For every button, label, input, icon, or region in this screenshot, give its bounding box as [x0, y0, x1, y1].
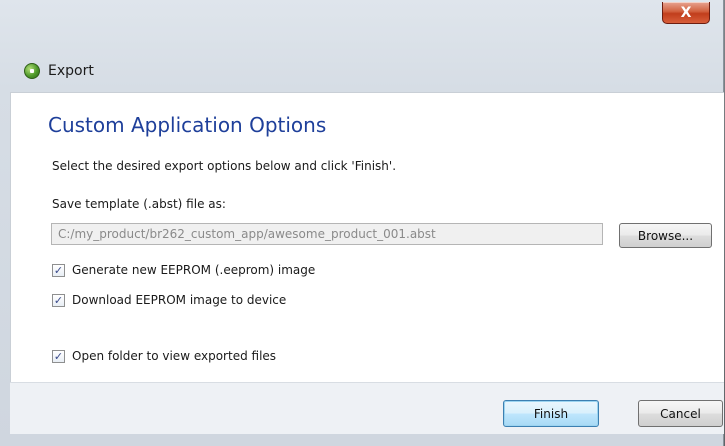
generate-eeprom-checkbox[interactable]: ✓ [52, 263, 65, 277]
close-button[interactable]: X [662, 2, 710, 24]
dialog-footer: Finish Cancel [10, 382, 724, 434]
page-title: Custom Application Options [48, 113, 327, 137]
download-eeprom-label[interactable]: Download EEPROM image to device [72, 293, 286, 307]
generate-eeprom-label[interactable]: Generate new EEPROM (.eeprom) image [72, 263, 315, 277]
checkmark-icon: ✓ [53, 263, 64, 277]
open-folder-checkbox[interactable]: ✓ [52, 349, 65, 363]
dialog-content: Custom Application Options Select the de… [10, 92, 724, 382]
checkmark-icon: ✓ [53, 349, 64, 363]
download-eeprom-checkbox[interactable]: ✓ [52, 293, 65, 307]
cancel-button[interactable]: Cancel [638, 400, 723, 427]
app-icon [24, 63, 40, 79]
instruction-text: Select the desired export options below … [52, 159, 397, 173]
close-icon: X [680, 4, 692, 21]
browse-button[interactable]: Browse... [619, 223, 712, 248]
checkmark-icon: ✓ [53, 293, 64, 307]
open-folder-option[interactable]: ✓ Open folder to view exported files [52, 349, 276, 363]
save-template-label: Save template (.abst) file as: [52, 197, 226, 211]
finish-button[interactable]: Finish [503, 400, 599, 427]
template-path-field[interactable]: C:/my_product/br262_custom_app/awesome_p… [51, 223, 603, 245]
title-bar: Export [24, 60, 94, 82]
export-dialog-window: X Export Custom Application Options Sele… [0, 0, 724, 446]
download-eeprom-option[interactable]: ✓ Download EEPROM image to device [52, 293, 286, 307]
window-title: Export [48, 63, 94, 79]
open-folder-label[interactable]: Open folder to view exported files [72, 349, 276, 363]
generate-eeprom-option[interactable]: ✓ Generate new EEPROM (.eeprom) image [52, 263, 315, 277]
